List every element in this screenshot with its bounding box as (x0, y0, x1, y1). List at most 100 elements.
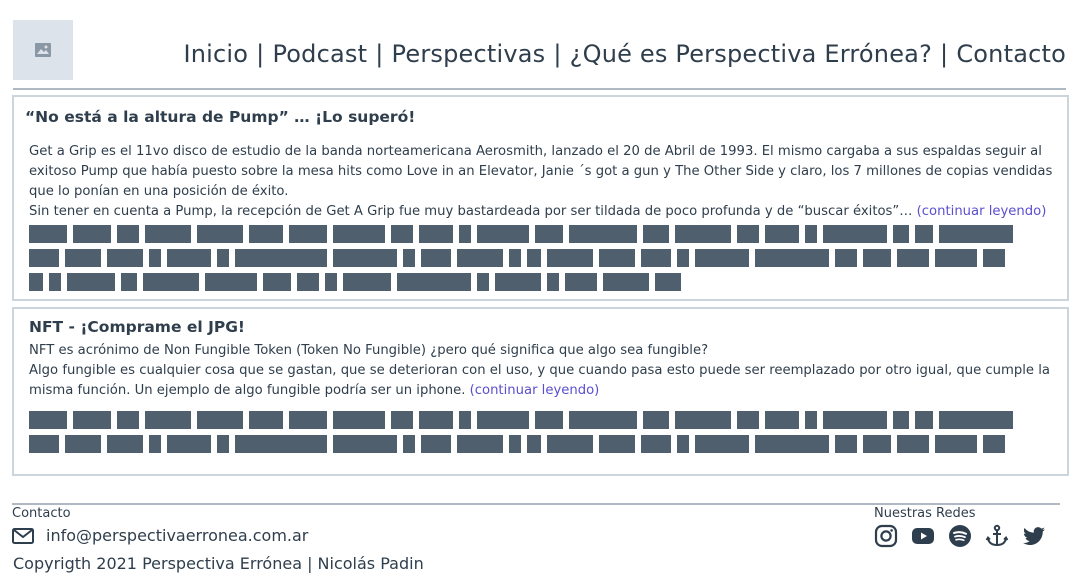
redacted-word (477, 411, 529, 429)
redacted-word (897, 249, 929, 267)
continue-reading-link[interactable]: (continuar leyendo) (917, 204, 1047, 219)
redacted-word (29, 435, 59, 453)
post-paragraph-text: Sin tener en cuenta a Pump, la recepción… (29, 204, 917, 219)
nav-link-contacto[interactable]: Contacto (956, 40, 1066, 68)
redacted-word (143, 273, 199, 291)
redacted-word (823, 411, 887, 429)
redacted-word (419, 225, 453, 243)
redacted-word (65, 435, 101, 453)
redacted-word (107, 435, 143, 453)
redacted-word (547, 435, 593, 453)
nav-link-perspectivas[interactable]: Perspectivas (392, 40, 546, 68)
redacted-word (419, 411, 453, 429)
redacted-word (939, 411, 1013, 429)
social-links (874, 524, 1046, 548)
redacted-word (333, 249, 397, 267)
redacted-word (457, 249, 503, 267)
redacted-word (145, 225, 191, 243)
redacted-word (197, 225, 243, 243)
redacted-word (149, 435, 161, 453)
redacted-word (29, 225, 67, 243)
redacted-word (569, 225, 637, 243)
twitter-icon[interactable] (1022, 524, 1046, 548)
redacted-word (893, 411, 909, 429)
redacted-word (121, 273, 137, 291)
redacted-word (939, 225, 1013, 243)
post-paragraph: Get a Grip es el 11vo disco de estudio d… (29, 144, 1053, 199)
post-paragraph: Sin tener en cuenta a Pump, la recepción… (29, 202, 1054, 222)
redacted-word (535, 411, 563, 429)
redacted-word (73, 225, 111, 243)
nav-separator: | (375, 40, 384, 68)
post-paragraph: Algo fungible es cualquier cosa que se g… (29, 361, 1054, 401)
redacted-word (235, 249, 327, 267)
redacted-word (835, 249, 857, 267)
redacted-word (333, 225, 385, 243)
redacted-word (263, 273, 291, 291)
redacted-word (677, 435, 689, 453)
redacted-row (29, 411, 1054, 429)
redacted-word (167, 249, 211, 267)
redacted-word (217, 435, 229, 453)
redacted-word (509, 249, 521, 267)
redacted-row (29, 273, 1054, 291)
nav-link-que-es[interactable]: ¿Qué es Perspectiva Errónea? (570, 40, 932, 68)
redacted-text-block (29, 225, 1054, 297)
redacted-word (403, 435, 415, 453)
redacted-word (459, 225, 471, 243)
redacted-word (459, 411, 471, 429)
post-title[interactable]: NFT - ¡Comprame el JPG! (29, 318, 245, 336)
redacted-word (421, 249, 451, 267)
redacted-word (333, 435, 397, 453)
redacted-word (217, 249, 229, 267)
nav-link-inicio[interactable]: Inicio (183, 40, 248, 68)
redacted-word (397, 273, 471, 291)
redacted-word (403, 249, 415, 267)
redacted-word (67, 273, 115, 291)
redacted-word (477, 273, 489, 291)
redacted-word (249, 225, 283, 243)
redacted-word (49, 273, 61, 291)
redacted-word (599, 435, 635, 453)
redacted-word (893, 225, 909, 243)
redacted-row (29, 225, 1054, 243)
post-card: “No está a la altura de Pump” … ¡Lo supe… (12, 95, 1069, 301)
redacted-word (527, 435, 541, 453)
footer-contact-label: Contacto (12, 506, 71, 521)
redacted-word (569, 411, 637, 429)
instagram-icon[interactable] (874, 524, 898, 548)
anchor-icon[interactable] (985, 524, 1009, 548)
youtube-icon[interactable] (911, 524, 935, 548)
site-logo[interactable] (13, 20, 73, 80)
post-card: NFT - ¡Comprame el JPG! NFT es acrónimo … (12, 307, 1069, 476)
redacted-word (457, 435, 503, 453)
spotify-icon[interactable] (948, 524, 972, 548)
redacted-word (535, 225, 563, 243)
redacted-word (565, 273, 597, 291)
redacted-text-block (29, 411, 1054, 459)
redacted-word (935, 435, 977, 453)
redacted-word (325, 273, 337, 291)
redacted-word (675, 225, 731, 243)
continue-reading-link[interactable]: (continuar leyendo) (470, 383, 600, 398)
post-excerpt: NFT es acrónimo de Non Fungible Token (T… (29, 341, 1054, 401)
redacted-word (737, 411, 759, 429)
redacted-word (107, 249, 143, 267)
footer-email-link[interactable]: info@perspectivaerronea.com.ar (12, 526, 308, 545)
post-title[interactable]: “No está a la altura de Pump” … ¡Lo supe… (25, 108, 415, 126)
header-divider (13, 88, 1066, 90)
redacted-word (117, 411, 139, 429)
redacted-word (477, 225, 529, 243)
nav-link-podcast[interactable]: Podcast (272, 40, 367, 68)
image-placeholder-icon (35, 43, 51, 57)
footer-email: info@perspectivaerronea.com.ar (46, 526, 309, 545)
redacted-row (29, 435, 1054, 453)
redacted-word (983, 435, 1005, 453)
redacted-word (65, 249, 101, 267)
redacted-word (149, 249, 161, 267)
redacted-word (863, 435, 891, 453)
redacted-word (599, 249, 635, 267)
redacted-word (675, 411, 731, 429)
redacted-word (643, 411, 669, 429)
redacted-word (333, 411, 385, 429)
